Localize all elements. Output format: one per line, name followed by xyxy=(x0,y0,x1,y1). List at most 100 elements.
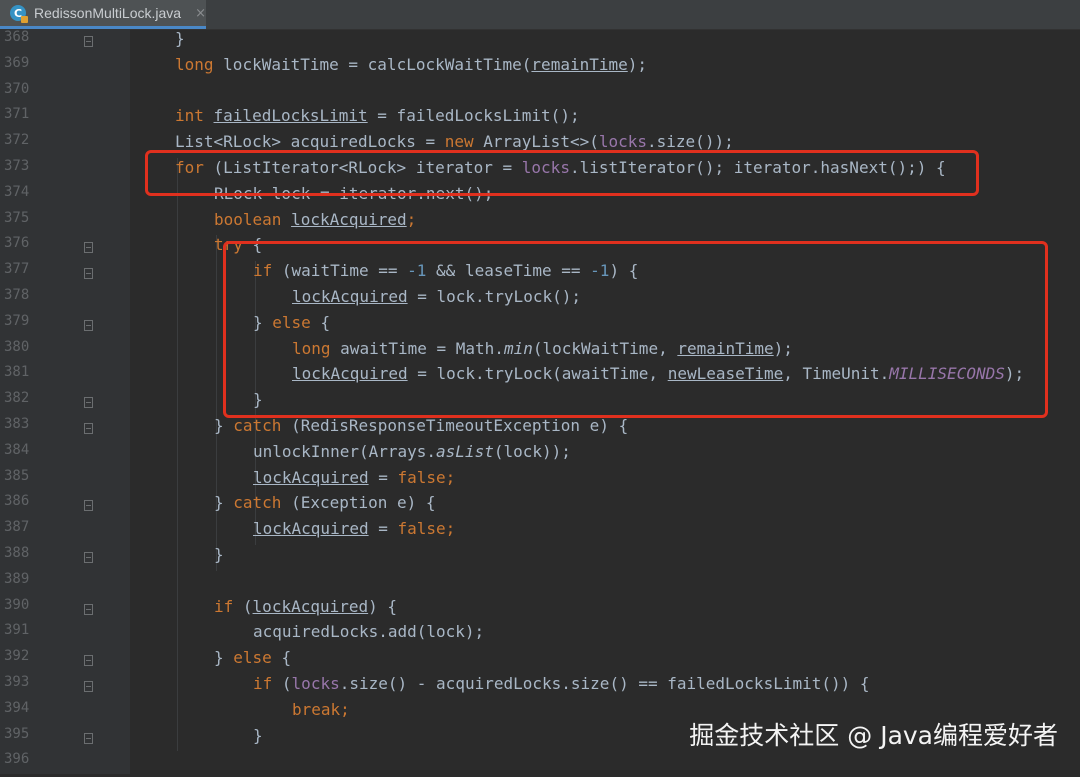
code-token: lockAcquired xyxy=(291,209,407,229)
tab-redisson-multilock[interactable]: C RedissonMultiLock.java × xyxy=(0,0,206,29)
code-line[interactable]: 390 if (lockAcquired) { xyxy=(0,597,1080,623)
code-token: (lock)); xyxy=(493,441,571,461)
code-text: acquiredLocks.add(lock); xyxy=(253,622,484,641)
close-icon[interactable]: × xyxy=(195,6,206,21)
code-token: if xyxy=(253,674,282,693)
fold-marker-icon[interactable] xyxy=(84,655,93,667)
code-token: locks xyxy=(291,674,340,693)
line-number[interactable]: 382 xyxy=(4,390,34,406)
code-token: false; xyxy=(397,467,456,487)
code-line[interactable]: 384 unlockInner(Arrays.asList(lock)); xyxy=(0,442,1080,468)
code-line[interactable]: 392} else { xyxy=(0,648,1080,674)
code-token: else xyxy=(233,648,282,668)
fold-marker-icon[interactable] xyxy=(84,319,93,331)
fold-marker-icon[interactable] xyxy=(84,242,93,254)
line-number[interactable]: 393 xyxy=(4,674,34,690)
code-token: = xyxy=(368,467,398,487)
code-line[interactable]: 383} catch (RedisResponseTimeoutExceptio… xyxy=(0,416,1080,442)
code-token: catch xyxy=(233,493,292,513)
code-token: = xyxy=(368,519,398,539)
line-number[interactable]: 388 xyxy=(4,545,34,561)
code-line[interactable]: 370 xyxy=(0,81,1080,107)
code-line[interactable]: 387 lockAcquired = false; xyxy=(0,519,1080,545)
code-token: lockAcquired xyxy=(253,519,369,539)
code-token: } xyxy=(214,416,234,435)
code-token: ) { xyxy=(368,596,398,616)
highlight-box-for-loop xyxy=(145,150,979,196)
fold-marker-icon[interactable] xyxy=(84,423,93,434)
code-token: int xyxy=(175,106,214,126)
watermark: 掘金技术社区 @ Java编程爱好者 xyxy=(689,721,1058,750)
line-number[interactable]: 368 xyxy=(4,29,34,45)
line-number[interactable]: 384 xyxy=(4,442,34,458)
code-line[interactable]: 375 boolean lockAcquired; xyxy=(0,210,1080,236)
line-number[interactable]: 374 xyxy=(4,184,34,200)
line-number[interactable]: 386 xyxy=(4,493,34,509)
line-number[interactable]: 370 xyxy=(4,81,34,97)
line-number[interactable]: 396 xyxy=(4,751,34,767)
code-line[interactable]: 386} catch (Exception e) { xyxy=(0,493,1080,519)
line-number[interactable]: 377 xyxy=(4,261,34,277)
code-line[interactable]: 368} xyxy=(0,29,1080,55)
code-token: ( xyxy=(242,596,253,616)
line-number[interactable]: 389 xyxy=(4,571,34,587)
fold-marker-icon[interactable] xyxy=(84,681,93,692)
code-line[interactable]: 385 lockAcquired = false; xyxy=(0,468,1080,494)
code-token: } xyxy=(253,725,263,745)
code-text: } xyxy=(214,545,224,564)
code-token: (Exception e) { xyxy=(291,493,436,513)
code-token: asList xyxy=(436,441,494,461)
code-line[interactable]: 369 long lockWaitTime = calcLockWaitTime(… xyxy=(0,55,1080,81)
fold-marker-icon[interactable] xyxy=(84,500,93,512)
code-token: { xyxy=(281,648,292,668)
code-text: if (locks.size() - acquiredLocks.size() … xyxy=(253,674,870,693)
fold-marker-icon[interactable] xyxy=(84,268,93,280)
code-token: remainTime xyxy=(531,54,628,74)
code-token: lockAcquired xyxy=(252,596,369,616)
line-number[interactable]: 376 xyxy=(4,235,34,251)
code-text: boolean lockAcquired; xyxy=(214,210,416,229)
line-number[interactable]: 378 xyxy=(4,287,34,303)
code-token: lockAcquired xyxy=(253,467,369,487)
code-token: = failedLocksLimit(); xyxy=(367,106,580,126)
code-token: } xyxy=(214,493,234,513)
fold-marker-icon[interactable] xyxy=(84,397,93,409)
line-number[interactable]: 383 xyxy=(4,416,34,432)
line-number[interactable]: 373 xyxy=(4,158,34,174)
line-number[interactable]: 387 xyxy=(4,519,34,535)
java-class-icon: C xyxy=(10,5,28,23)
code-text: lockAcquired = false; xyxy=(253,519,455,538)
line-number[interactable]: 385 xyxy=(4,468,34,484)
line-number[interactable]: 381 xyxy=(4,364,34,380)
line-number[interactable]: 392 xyxy=(4,648,34,664)
code-token: break; xyxy=(292,699,350,719)
line-number[interactable]: 372 xyxy=(4,132,34,148)
code-token: .size() - acquiredLocks.size() == failed… xyxy=(339,674,870,693)
editor-tab-bar: C RedissonMultiLock.java × xyxy=(0,0,1080,30)
fold-marker-icon[interactable] xyxy=(84,552,93,563)
line-number[interactable]: 391 xyxy=(4,622,34,638)
line-number[interactable]: 375 xyxy=(4,210,34,226)
code-line[interactable]: 391 acquiredLocks.add(lock); xyxy=(0,622,1080,648)
line-number[interactable]: 369 xyxy=(4,55,34,71)
code-line[interactable]: 388} xyxy=(0,545,1080,571)
code-line[interactable]: 393 if (locks.size() - acquiredLocks.size… xyxy=(0,674,1080,700)
fold-marker-icon[interactable] xyxy=(84,36,93,47)
line-number[interactable]: 395 xyxy=(4,726,34,742)
code-token: false; xyxy=(397,519,456,539)
fold-marker-icon[interactable] xyxy=(84,732,93,744)
code-token: } xyxy=(214,648,234,668)
code-token: acquiredLocks.add(lock); xyxy=(253,622,485,642)
code-line[interactable]: 389 xyxy=(0,571,1080,597)
line-number[interactable]: 380 xyxy=(4,339,34,355)
code-text: lockAcquired = false; xyxy=(253,468,455,487)
code-line[interactable]: 371 int failedLocksLimit = failedLocksLim… xyxy=(0,106,1080,132)
code-text: List<RLock> acquiredLocks = new ArrayLis… xyxy=(175,132,734,151)
line-number[interactable]: 379 xyxy=(4,313,34,329)
code-token: ArrayList<>( xyxy=(483,132,599,152)
code-line[interactable]: 396 xyxy=(0,751,1080,777)
line-number[interactable]: 390 xyxy=(4,597,34,613)
line-number[interactable]: 394 xyxy=(4,700,34,716)
fold-marker-icon[interactable] xyxy=(84,603,93,615)
line-number[interactable]: 371 xyxy=(4,106,34,122)
